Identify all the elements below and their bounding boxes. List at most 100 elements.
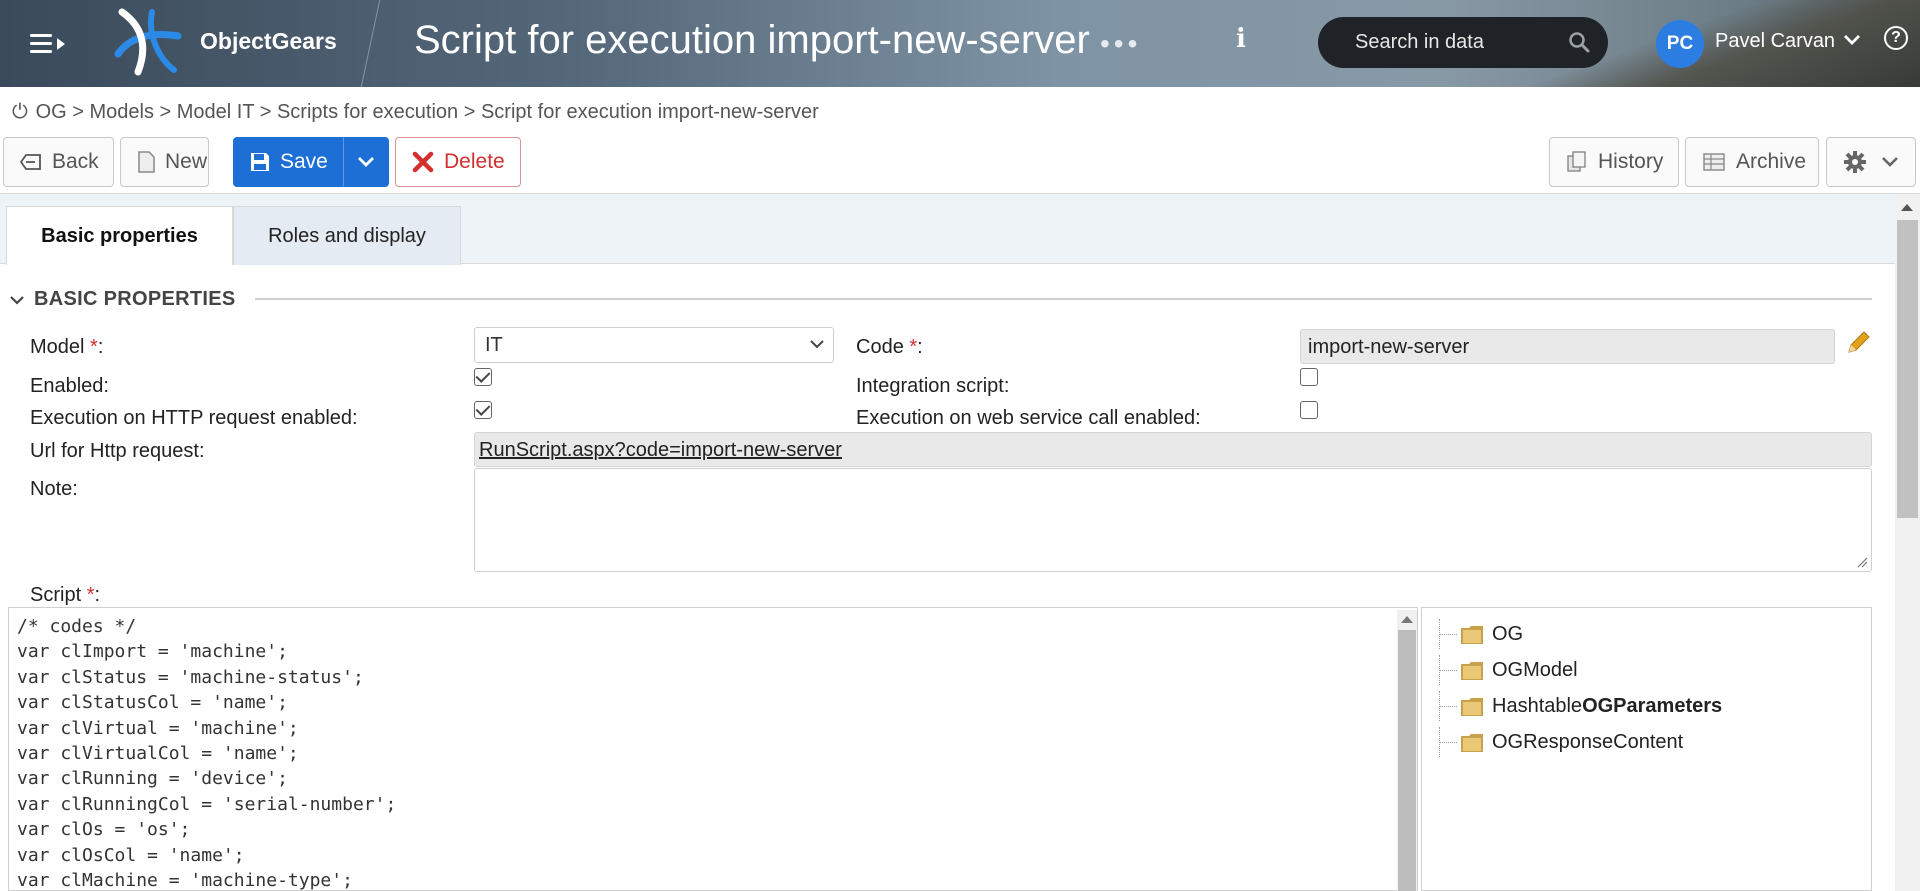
folder-icon — [1461, 698, 1483, 716]
chevron-down-icon[interactable] — [10, 295, 24, 305]
script-editor[interactable]: /* codes */var clImport = 'machine'; var … — [8, 607, 1418, 891]
user-menu-chevron-icon[interactable] — [1843, 33, 1861, 47]
archive-label: Archive — [1736, 150, 1807, 173]
script-line[interactable]: var clImport = 'machine'; — [17, 639, 396, 664]
tree-item-og[interactable]: OG — [1422, 619, 1523, 649]
back-icon — [20, 152, 42, 172]
search-placeholder[interactable]: Search in data — [1355, 31, 1484, 54]
app-header: ObjectGears Script for execution import-… — [0, 0, 1920, 87]
note-textarea[interactable] — [474, 468, 1872, 572]
tree-label: OG — [1492, 622, 1524, 645]
integration-script-label: Integration script: — [856, 375, 1010, 397]
code-field: import-new-server — [1300, 329, 1835, 364]
integration-script-checkbox[interactable] — [1300, 368, 1318, 386]
folder-icon — [1461, 626, 1483, 644]
scroll-up-icon[interactable] — [1901, 204, 1913, 211]
breadcrumb[interactable]: ⏻ OG > Models > Model IT > Scripts for e… — [12, 101, 819, 124]
ws-execution-checkbox[interactable] — [1300, 401, 1318, 419]
enabled-label: Enabled: — [30, 375, 109, 397]
new-button[interactable]: New — [120, 137, 209, 187]
ws-execution-label: Execution on web service call enabled: — [856, 407, 1201, 429]
url-label: Url for Http request: — [30, 440, 205, 462]
script-code[interactable]: /* codes */var clImport = 'machine'; var … — [17, 614, 396, 890]
note-label: Note: — [30, 478, 78, 500]
tree-label: OGResponseContent — [1492, 730, 1684, 753]
script-line[interactable]: var clOsCol = 'name'; — [17, 843, 396, 868]
objectgears-logo-icon[interactable] — [108, 6, 182, 78]
user-name[interactable]: Pavel Carvan — [1715, 30, 1835, 53]
script-line[interactable]: var clOs = 'os'; — [17, 817, 396, 842]
folder-icon — [1461, 662, 1483, 680]
script-line[interactable]: var clMachine = 'machine-type'; — [17, 868, 396, 890]
save-icon — [250, 152, 270, 172]
model-select[interactable]: IT — [474, 327, 834, 363]
delete-label: Delete — [444, 150, 505, 173]
archive-icon — [1702, 151, 1726, 173]
tree-label: OGModel — [1492, 658, 1578, 681]
more-options-icon[interactable]: ••• — [1100, 28, 1141, 60]
help-icon[interactable]: ? — [1884, 26, 1908, 50]
delete-button[interactable]: Delete — [395, 137, 521, 187]
settings-button[interactable] — [1826, 137, 1916, 187]
header-divider — [360, 0, 381, 87]
tab-label: Basic properties — [41, 224, 198, 247]
info-icon[interactable]: i — [1236, 24, 1246, 54]
menu-toggle-icon[interactable] — [30, 30, 70, 58]
delete-icon — [412, 151, 434, 173]
save-label: Save — [280, 150, 328, 173]
url-link[interactable]: RunScript.aspx?code=import-new-server — [474, 432, 1872, 467]
page-title: Script for execution import-new-server — [414, 18, 1090, 62]
search-box[interactable]: Search in data — [1318, 17, 1608, 68]
back-label: Back — [52, 150, 99, 173]
tab-bar: Basic properties Roles and display — [0, 194, 1895, 265]
edit-pencil-icon[interactable] — [1845, 328, 1873, 356]
scroll-up-icon[interactable] — [1401, 616, 1413, 623]
tree-item-ogresponsecontent[interactable]: OGResponseContent — [1422, 727, 1683, 757]
tab-label: Roles and display — [268, 224, 426, 247]
http-execution-label: Execution on HTTP request enabled: — [30, 407, 358, 429]
script-line[interactable]: var clStatus = 'machine-status'; — [17, 665, 396, 690]
resize-grip-icon[interactable] — [1856, 556, 1868, 568]
script-line[interactable]: /* codes */ — [17, 614, 396, 639]
user-avatar[interactable]: PC — [1656, 20, 1704, 68]
tree-label: OGParameters — [1582, 694, 1723, 717]
tree-item-ogparameters[interactable]: Hashtable OGParameters — [1422, 691, 1722, 721]
script-line[interactable]: var clRunningCol = 'serial-number'; — [17, 792, 396, 817]
script-label: Script *: — [30, 584, 101, 606]
history-label: History — [1598, 150, 1664, 173]
brand-name[interactable]: ObjectGears — [200, 28, 337, 55]
script-line[interactable]: var clRunning = 'device'; — [17, 766, 396, 791]
enabled-checkbox[interactable] — [474, 368, 492, 386]
new-label: New — [165, 150, 208, 173]
archive-button[interactable]: Archive — [1685, 137, 1819, 187]
editor-scroll-thumb[interactable] — [1398, 630, 1416, 891]
home-icon[interactable]: ⏻ — [12, 101, 30, 124]
chevron-down-icon — [810, 340, 824, 349]
folder-icon — [1461, 734, 1483, 752]
script-line[interactable]: var clVirtualCol = 'name'; — [17, 741, 396, 766]
object-tree: OG OGModel Hashtable OGParameters OGResp… — [1421, 607, 1872, 891]
code-label: Code *: — [856, 336, 923, 358]
http-execution-checkbox[interactable] — [474, 401, 492, 419]
back-button[interactable]: Back — [3, 137, 114, 187]
chevron-down-icon — [358, 157, 374, 167]
breadcrumb-path[interactable]: OG > Models > Model IT > Scripts for exe… — [36, 101, 819, 123]
search-icon[interactable] — [1568, 31, 1590, 53]
page-scroll-thumb[interactable] — [1897, 220, 1918, 518]
section-title: BASIC PROPERTIES — [34, 288, 236, 310]
editor-scrollbar[interactable] — [1397, 610, 1417, 891]
tree-item-ogmodel[interactable]: OGModel — [1422, 655, 1578, 685]
save-button[interactable]: Save — [233, 137, 343, 187]
script-line[interactable]: var clVirtual = 'machine'; — [17, 716, 396, 741]
gear-icon — [1844, 151, 1866, 173]
page-scrollbar[interactable] — [1895, 194, 1920, 891]
history-icon — [1566, 151, 1588, 173]
tab-roles-and-display[interactable]: Roles and display — [233, 206, 461, 265]
tab-basic-properties[interactable]: Basic properties — [6, 206, 233, 265]
chevron-down-icon — [1882, 157, 1898, 167]
history-button[interactable]: History — [1549, 137, 1679, 187]
section-divider — [255, 298, 1872, 300]
section-header[interactable]: BASIC PROPERTIES — [10, 288, 236, 311]
save-options-button[interactable] — [343, 137, 389, 187]
script-line[interactable]: var clStatusCol = 'name'; — [17, 690, 396, 715]
